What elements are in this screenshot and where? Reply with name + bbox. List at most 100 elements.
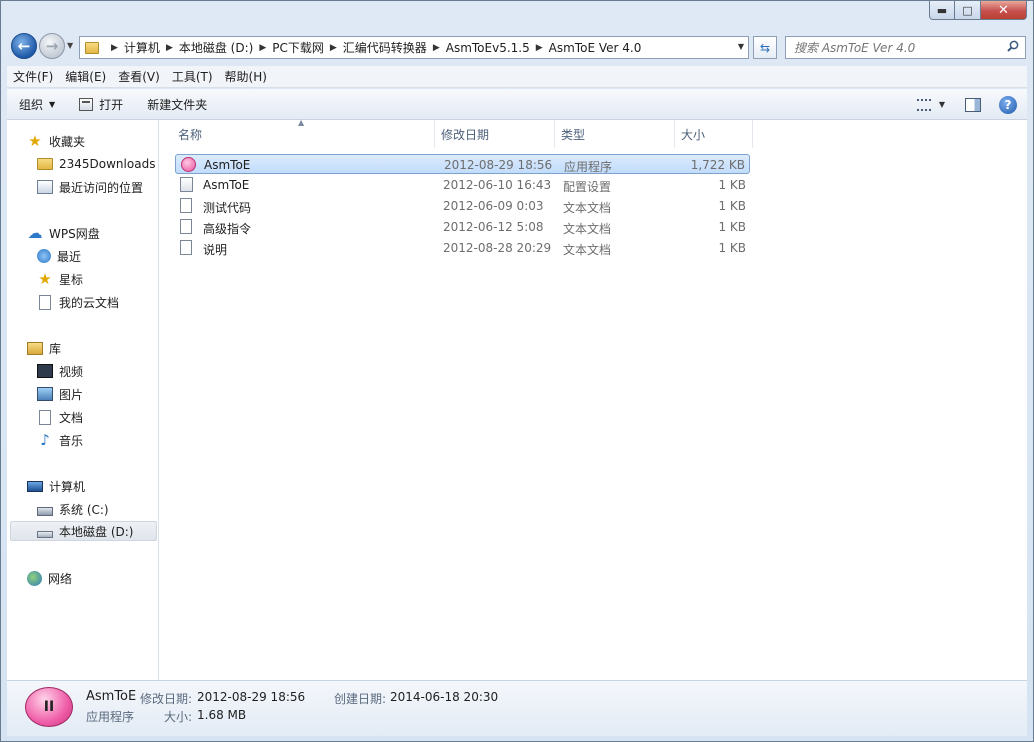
recent-places-icon xyxy=(37,180,53,194)
breadcrumb-current[interactable]: AsmToE Ver 4.0 xyxy=(549,41,642,55)
explorer-window: ▬ □ ✕ ← → ▼ ▶ 计算机 ▶ 本地磁盘 (D:) ▶ PC下载网 ▶ 汇编代… xyxy=(0,0,1034,742)
file-size: 1 KB xyxy=(718,220,746,234)
folder-icon xyxy=(85,41,99,54)
file-row[interactable]: AsmToE 2012-08-29 18:56 应用程序 1,722 KB xyxy=(175,154,750,174)
close-button[interactable]: ✕ xyxy=(981,1,1027,20)
chevron-right-icon[interactable]: ▶ xyxy=(330,43,337,53)
sidebar-item-recent-places[interactable]: 最近访问的位置 xyxy=(37,177,143,197)
search-box[interactable] xyxy=(785,36,1026,59)
column-header-date[interactable]: 修改日期 xyxy=(435,120,555,148)
refresh-icon: ⇆ xyxy=(759,40,771,55)
star-icon: ★ xyxy=(38,270,52,288)
new-folder-button[interactable]: 新建文件夹 xyxy=(135,89,219,120)
details-file-name: AsmToE xyxy=(86,689,137,704)
navigation-bar: ← → ▼ ▶ 计算机 ▶ 本地磁盘 (D:) ▶ PC下载网 ▶ 汇编代码转换器 ▶ … xyxy=(7,31,1027,65)
sidebar-item-my-cloud-docs[interactable]: 我的云文档 xyxy=(37,292,119,312)
cloud-icon: ☁ xyxy=(27,224,43,242)
search-icon[interactable] xyxy=(1007,40,1019,52)
refresh-button[interactable]: ⇆ xyxy=(753,36,777,59)
sidebar-item-documents[interactable]: 文档 xyxy=(37,407,83,427)
file-size: 1 KB xyxy=(718,178,746,192)
chevron-right-icon[interactable]: ▶ xyxy=(259,43,266,53)
preview-pane-icon[interactable] xyxy=(965,97,981,112)
chevron-right-icon[interactable]: ▶ xyxy=(536,43,543,53)
config-file-icon xyxy=(180,177,193,192)
content-area: ★ 收藏夹 2345Downloads 最近访问的位置 ☁ WPS网盘 最近 ★ 星标… xyxy=(7,118,1027,680)
view-options-icon[interactable] xyxy=(916,98,931,111)
title-bar[interactable]: ▬ □ ✕ xyxy=(1,1,1033,31)
help-icon[interactable]: ? xyxy=(999,95,1017,114)
music-icon: ♪ xyxy=(40,431,50,449)
sidebar-item-network[interactable]: 网络 xyxy=(27,568,72,588)
navigation-pane: ★ 收藏夹 2345Downloads 最近访问的位置 ☁ WPS网盘 最近 ★ 星标… xyxy=(7,120,159,680)
menu-bar: 文件(F) 编辑(E) 查看(V) 工具(T) 帮助(H) xyxy=(7,66,1027,88)
sidebar-item-wps-cloud[interactable]: ☁ WPS网盘 xyxy=(27,223,100,243)
search-input[interactable] xyxy=(786,37,996,58)
recent-pages-dropdown[interactable]: ▼ xyxy=(67,41,73,50)
file-row[interactable]: 说明 2012-08-28 20:29 文本文档 1 KB xyxy=(175,238,750,258)
open-button[interactable]: 打开 xyxy=(67,89,135,120)
breadcrumb-pc-download[interactable]: PC下载网 xyxy=(272,39,324,56)
sidebar-item-starred[interactable]: ★ 星标 xyxy=(37,269,83,289)
chevron-right-icon[interactable]: ▶ xyxy=(433,43,440,53)
document-icon xyxy=(39,294,51,310)
column-header-name[interactable]: 名称 ▲ xyxy=(160,118,435,148)
view-dropdown-icon[interactable]: ▼ xyxy=(939,100,945,109)
sidebar-item-music[interactable]: ♪ 音乐 xyxy=(37,430,83,450)
breadcrumb-asmtoev515[interactable]: AsmToEv5.1.5 xyxy=(446,41,530,55)
details-file-type: 应用程序 xyxy=(86,710,135,724)
star-icon: ★ xyxy=(28,132,42,150)
details-pane: II AsmToE 修改日期: 2012-08-29 18:56 创建日期: 2… xyxy=(7,680,1027,736)
breadcrumb-converter[interactable]: 汇编代码转换器 xyxy=(343,39,427,56)
column-header-type[interactable]: 类型 xyxy=(555,120,675,148)
column-header-size[interactable]: 大小 xyxy=(675,120,753,148)
maximize-button[interactable]: □ xyxy=(955,1,981,20)
command-bar: 组织 ▼ 打开 新建文件夹 ▼ ? xyxy=(7,89,1027,120)
picture-icon xyxy=(37,387,53,401)
sidebar-item-computer[interactable]: 计算机 xyxy=(27,476,85,496)
file-type: 文本文档 xyxy=(563,222,612,236)
sidebar-item-favorites[interactable]: ★ 收藏夹 xyxy=(27,131,85,151)
menu-help[interactable]: 帮助(H) xyxy=(219,68,273,85)
chevron-right-icon[interactable]: ▶ xyxy=(111,43,118,53)
forward-button[interactable]: → xyxy=(39,33,65,59)
menu-edit[interactable]: 编辑(E) xyxy=(59,68,112,85)
clock-icon xyxy=(37,249,51,263)
file-date: 2012-06-10 16:43 xyxy=(443,178,552,192)
drive-icon xyxy=(37,530,53,538)
details-created-value: 2014-06-18 20:30 xyxy=(390,690,499,704)
sidebar-item-2345downloads[interactable]: 2345Downloads xyxy=(37,154,155,174)
menu-file[interactable]: 文件(F) xyxy=(7,68,59,85)
file-row[interactable]: AsmToE 2012-06-10 16:43 配置设置 1 KB xyxy=(175,175,750,195)
breadcrumb-computer[interactable]: 计算机 xyxy=(124,39,160,56)
back-button[interactable]: ← xyxy=(11,33,37,59)
sidebar-item-pictures[interactable]: 图片 xyxy=(37,384,83,404)
address-history-dropdown[interactable]: ▼ xyxy=(738,42,744,51)
menu-tools[interactable]: 工具(T) xyxy=(166,68,219,85)
file-row[interactable]: 高级指令 2012-06-12 5:08 文本文档 1 KB xyxy=(175,217,750,237)
menu-view[interactable]: 查看(V) xyxy=(112,68,166,85)
new-folder-label: 新建文件夹 xyxy=(147,97,208,112)
open-icon xyxy=(79,97,94,111)
sidebar-item-drive-c[interactable]: 系统 (C:) xyxy=(37,499,109,519)
address-bar[interactable]: ▶ 计算机 ▶ 本地磁盘 (D:) ▶ PC下载网 ▶ 汇编代码转换器 ▶ AsmToE… xyxy=(79,36,749,59)
text-file-icon xyxy=(180,240,192,255)
video-icon xyxy=(37,364,53,378)
file-date: 2012-06-12 5:08 xyxy=(443,220,544,234)
sidebar-item-videos[interactable]: 视频 xyxy=(37,361,83,381)
breadcrumb-drive-d[interactable]: 本地磁盘 (D:) xyxy=(179,39,253,56)
file-row[interactable]: 测试代码 2012-06-09 0:03 文本文档 1 KB xyxy=(175,196,750,216)
open-label: 打开 xyxy=(99,97,124,112)
chevron-right-icon[interactable]: ▶ xyxy=(166,43,173,53)
file-type: 文本文档 xyxy=(563,243,612,257)
sort-arrow-icon: ▲ xyxy=(298,118,305,127)
file-size: 1,722 KB xyxy=(690,158,745,172)
organize-button[interactable]: 组织 ▼ xyxy=(7,89,67,120)
sidebar-item-drive-d[interactable]: 本地磁盘 (D:) xyxy=(10,521,157,541)
app-icon: II xyxy=(25,687,73,727)
details-size-value: 1.68 MB xyxy=(197,708,247,722)
minimize-button[interactable]: ▬ xyxy=(929,1,955,20)
sidebar-item-recent[interactable]: 最近 xyxy=(37,246,81,266)
arrow-left-icon: ← xyxy=(17,37,31,55)
sidebar-item-libraries[interactable]: 库 xyxy=(27,338,61,358)
